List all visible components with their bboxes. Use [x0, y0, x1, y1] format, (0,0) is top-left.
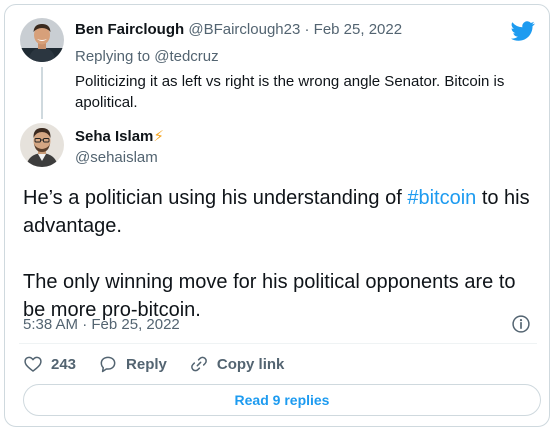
like-count: 243 [51, 355, 77, 373]
main-tweet-text: He’s a politician using his understandin… [23, 184, 538, 324]
replying-prefix: Replying to [75, 48, 151, 65]
reply-button[interactable]: Reply [98, 354, 167, 374]
replying-to-line: Replying to @tedcruz [75, 48, 219, 65]
avatar-seha-islam[interactable] [20, 123, 64, 167]
read-replies-button[interactable]: Read 9 replies [23, 384, 541, 416]
parent-author-handle[interactable]: @BFairclough23 [188, 21, 300, 38]
hashtag-bitcoin-link[interactable]: #bitcoin [407, 187, 476, 209]
text-before-hashtag: He’s a politician using his understandin… [23, 187, 408, 209]
lightning-emoji-icon: ⚡ [153, 128, 164, 145]
reply-bubble-icon [100, 356, 116, 373]
main-author-handle[interactable]: @sehaislam [75, 149, 158, 166]
twitter-bird-icon[interactable] [511, 19, 535, 43]
tweet-embed-card: Ben Fairclough @BFairclough23 · Feb 25, … [4, 4, 550, 427]
read-replies-label: Read 9 replies [234, 392, 330, 408]
parent-author-name[interactable]: Ben Fairclough [75, 21, 184, 38]
tweet-timestamp[interactable]: 5:38 AM · Feb 25, 2022 [23, 316, 180, 333]
parent-tweet-header: Ben Fairclough @BFairclough23 · Feb 25, … [75, 21, 402, 38]
reply-label: Reply [126, 355, 167, 373]
tweet-actions-bar: 243 Reply Copy link [23, 353, 306, 375]
link-icon [190, 356, 207, 372]
main-author-name[interactable]: Seha Islam⚡ [75, 127, 164, 145]
info-icon[interactable] [511, 314, 531, 334]
replying-to-mention[interactable]: @tedcruz [154, 48, 218, 65]
heart-icon [24, 356, 42, 372]
avatar-ben-fairclough[interactable] [20, 18, 64, 62]
like-button[interactable]: 243 [23, 354, 76, 374]
header-separator: · [304, 21, 310, 38]
main-author-name-text: Seha Islam [75, 128, 154, 145]
main-tweet-paragraph-1: He’s a politician using his understandin… [23, 184, 538, 240]
parent-tweet-text: Politicizing it as left vs right is the … [75, 73, 505, 111]
actions-divider [19, 343, 537, 344]
copy-link-button[interactable]: Copy link [189, 354, 285, 374]
thread-connector-line [41, 67, 43, 119]
parent-tweet-date[interactable]: Feb 25, 2022 [314, 21, 402, 38]
copy-link-label: Copy link [216, 355, 285, 373]
